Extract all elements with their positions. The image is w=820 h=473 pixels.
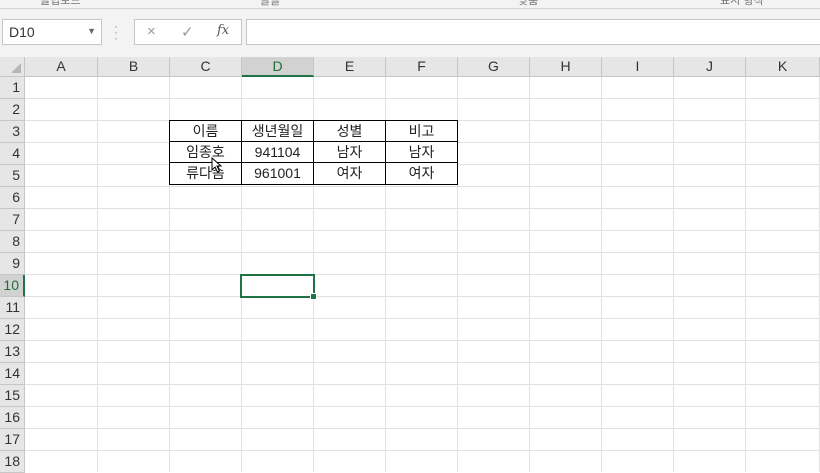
name-box[interactable]: D10 ▼ (2, 19, 102, 45)
formula-input[interactable] (246, 19, 820, 45)
cell-c5[interactable]: 류다솜 (169, 162, 242, 185)
gridline (25, 186, 820, 187)
row-header-13[interactable]: 13 (0, 341, 25, 363)
gridline (25, 450, 820, 451)
name-box-value: D10 (9, 24, 35, 40)
row-header-16[interactable]: 16 (0, 407, 25, 429)
cell-e5[interactable]: 여자 (313, 162, 386, 185)
gridline (25, 252, 820, 253)
formula-bar-grip-icon[interactable]: · · · (114, 20, 120, 44)
row-header-4[interactable]: 4 (0, 143, 25, 165)
row-header-11[interactable]: 11 (0, 297, 25, 319)
row-header-3[interactable]: 3 (0, 121, 25, 143)
ribbon-group-labels: 클립보드 글꼴 맞춤 표시 형식 (0, 0, 820, 9)
column-header-h[interactable]: H (530, 57, 602, 77)
formula-buttons: × ✓ fx (134, 19, 242, 45)
cell-d5[interactable]: 961001 (241, 162, 314, 185)
column-header-i[interactable]: I (602, 57, 674, 77)
row-header-9[interactable]: 9 (0, 253, 25, 275)
column-header-b[interactable]: B (98, 57, 170, 77)
cell-f3[interactable]: 비고 (385, 120, 458, 142)
mouse-cursor-icon (211, 157, 223, 173)
column-header-e[interactable]: E (314, 57, 386, 77)
row-header-8[interactable]: 8 (0, 231, 25, 253)
fill-handle[interactable] (310, 293, 317, 300)
insert-function-icon[interactable]: fx (217, 23, 229, 38)
cell-d4[interactable]: 941104 (241, 141, 314, 163)
row-header-18[interactable]: 18 (0, 451, 25, 473)
gridline (25, 98, 820, 99)
column-header-f[interactable]: F (386, 57, 458, 77)
enter-icon[interactable]: ✓ (181, 23, 194, 41)
ribbon-group-number[interactable]: 표시 형식 (720, 0, 764, 8)
cell-c3[interactable]: 이름 (169, 120, 242, 142)
row-header-10[interactable]: 10 (0, 275, 25, 297)
row-header-2[interactable]: 2 (0, 99, 25, 121)
ribbon-group-clipboard[interactable]: 클립보드 (40, 0, 80, 8)
gridline (25, 318, 820, 319)
column-header-d[interactable]: D (242, 57, 314, 77)
column-header-k[interactable]: K (746, 57, 820, 77)
chevron-down-icon[interactable]: ▼ (87, 26, 96, 36)
cell-e4[interactable]: 남자 (313, 141, 386, 163)
cell-e3[interactable]: 성별 (313, 120, 386, 142)
gridline (25, 296, 820, 297)
cell-f5[interactable]: 여자 (385, 162, 458, 185)
active-cell-selection[interactable] (240, 274, 317, 300)
cell-c4[interactable]: 임종호 (169, 141, 242, 163)
worksheet-grid: A B C D E F G H I J K 1 2 3 4 5 6 7 8 9 … (0, 57, 820, 473)
ribbon-group-alignment[interactable]: 맞춤 (518, 0, 538, 8)
gridline (25, 340, 820, 341)
gridline (25, 384, 820, 385)
column-header-g[interactable]: G (458, 57, 530, 77)
gridline (25, 406, 820, 407)
row-header-12[interactable]: 12 (0, 319, 25, 341)
formula-bar: D10 ▼ · · · × ✓ fx (0, 9, 820, 57)
column-header-c[interactable]: C (170, 57, 242, 77)
select-all-button[interactable] (0, 57, 25, 77)
row-header-17[interactable]: 17 (0, 429, 25, 451)
row-header-5[interactable]: 5 (0, 165, 25, 187)
gridline (25, 230, 820, 231)
row-header-6[interactable]: 6 (0, 187, 25, 209)
gridline (25, 274, 820, 275)
row-header-14[interactable]: 14 (0, 363, 25, 385)
cell-d3[interactable]: 생년월일 (241, 120, 314, 142)
row-header-7[interactable]: 7 (0, 209, 25, 231)
gridline (25, 208, 820, 209)
ribbon-group-font[interactable]: 글꼴 (260, 0, 280, 8)
cancel-icon[interactable]: × (147, 23, 156, 40)
column-header-j[interactable]: J (674, 57, 746, 77)
cell-f4[interactable]: 남자 (385, 141, 458, 163)
column-header-a[interactable]: A (25, 57, 98, 77)
row-header-15[interactable]: 15 (0, 385, 25, 407)
gridline (25, 362, 820, 363)
row-header-1[interactable]: 1 (0, 77, 25, 99)
gridline (25, 428, 820, 429)
